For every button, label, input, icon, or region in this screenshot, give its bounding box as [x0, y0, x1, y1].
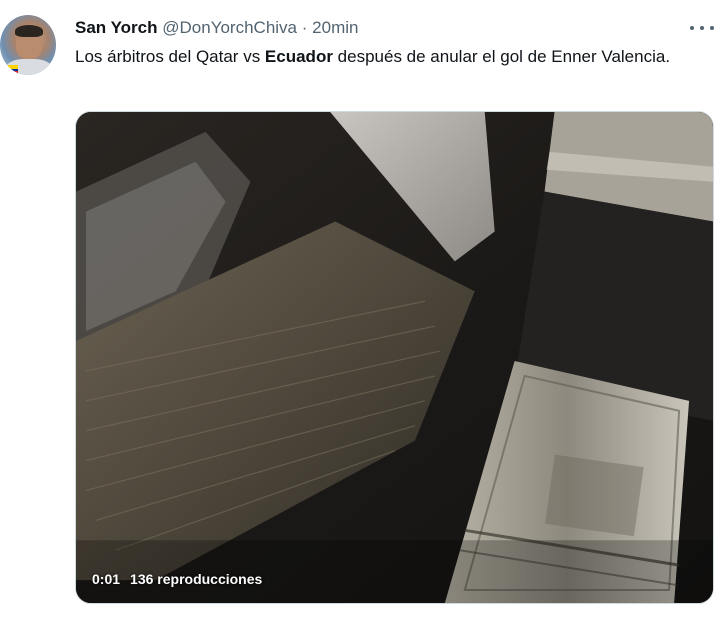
avatar-flag-pin	[8, 65, 18, 73]
video-view-count: 136 reproducciones	[130, 571, 263, 587]
tweet-text-part: después de anular el gol de Enner Valenc…	[332, 47, 671, 66]
tweet-timestamp[interactable]: 20min	[312, 18, 358, 37]
more-dot	[700, 26, 704, 30]
tweet-text-part: Los árbitros del Qatar vs	[75, 47, 265, 66]
separator-dot: ·	[301, 18, 308, 37]
tweet-card[interactable]: San Yorch @DonYorchChiva · 20min Los árb…	[0, 0, 728, 620]
display-name[interactable]: San Yorch	[75, 18, 158, 37]
more-dot	[710, 26, 714, 30]
video-frame	[76, 112, 713, 603]
more-horizontal-icon[interactable]	[690, 18, 714, 38]
video-player[interactable]: 0:01 136 reproducciones	[75, 111, 714, 604]
tweet-text-bold: Ecuador	[264, 47, 333, 66]
tweet-text: Los árbitros del Qatar vs Ecuador despué…	[75, 44, 695, 70]
avatar-hair	[15, 25, 43, 37]
video-timestamp: 0:01	[92, 571, 121, 587]
avatar[interactable]	[0, 15, 56, 75]
more-dot	[690, 26, 694, 30]
tweet-header: San Yorch @DonYorchChiva · 20min	[75, 17, 358, 39]
user-handle[interactable]: @DonYorchChiva	[162, 18, 297, 37]
video-meta: 0:01 136 reproducciones	[92, 571, 262, 587]
